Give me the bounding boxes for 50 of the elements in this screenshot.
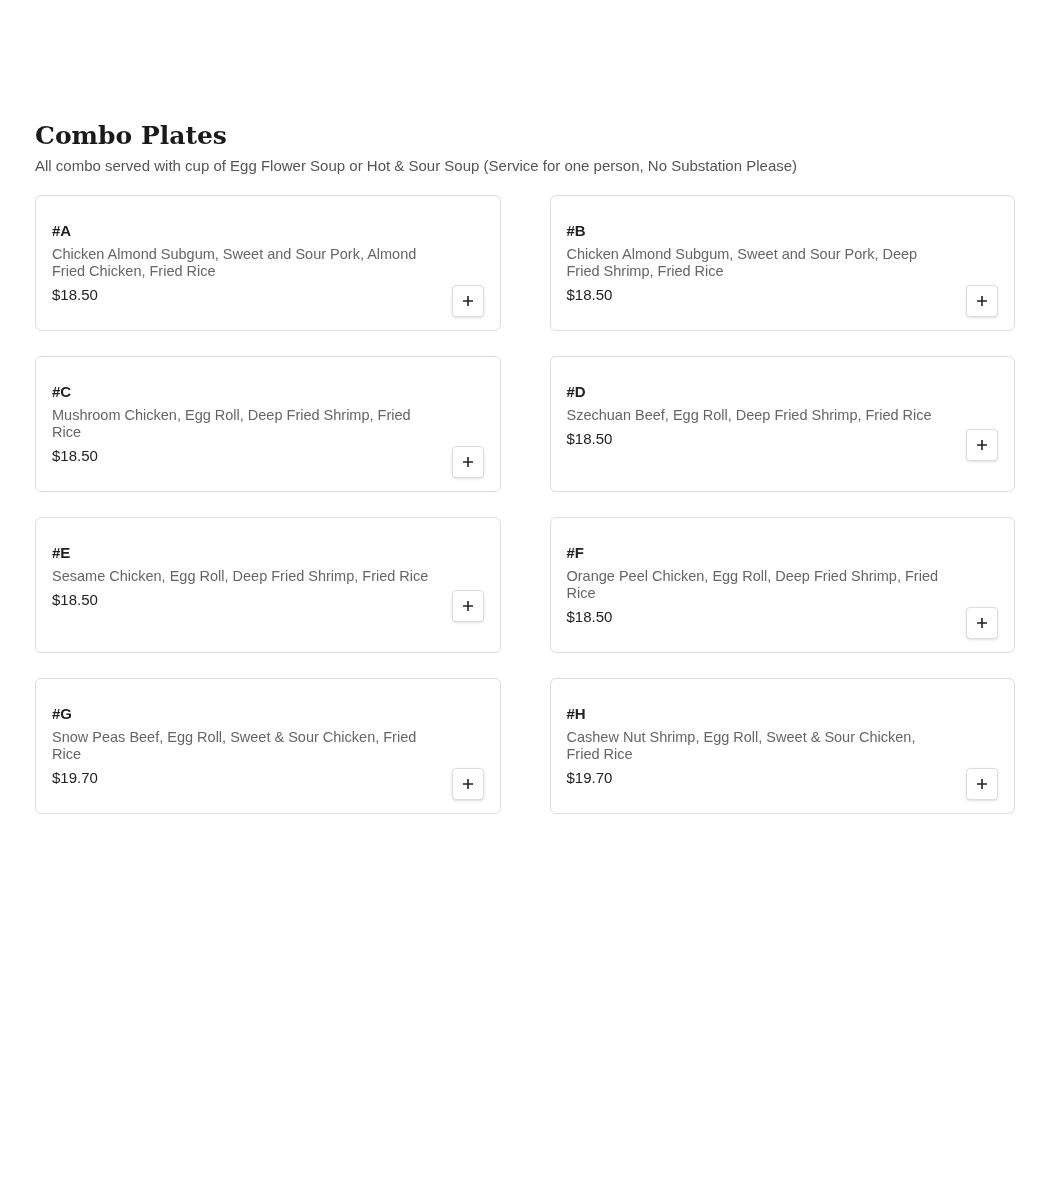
plus-icon xyxy=(462,295,473,306)
item-name: #E xyxy=(52,542,72,563)
add-button[interactable] xyxy=(966,767,998,800)
item-description: Cashew Nut Shrimp, Egg Roll, Sweet & Sour Chicken, Fried Rice xyxy=(566,729,917,764)
item-name: #D xyxy=(566,381,587,402)
item-name: #A xyxy=(52,220,73,241)
plus-icon xyxy=(462,456,473,467)
plus-icon xyxy=(977,778,987,789)
section-subtitle: All combo served with cup of Egg Flower Soup or Hot & Sour Soup (Service for one person, No Substation Please) xyxy=(35,156,799,177)
item-name: #G xyxy=(52,703,73,724)
add-button[interactable] xyxy=(451,284,484,317)
menu-item-card[interactable]: #G Snow Peas Beef, Egg Roll, Sweet & Sour Chicken, Fried Rice $19.70 xyxy=(35,677,501,814)
plus-icon xyxy=(462,778,473,789)
add-button[interactable] xyxy=(451,589,484,622)
item-name: #B xyxy=(566,220,587,241)
menu-item-card[interactable]: #C Mushroom Chicken, Egg Roll, Deep Fried Shrimp, Fried Rice $18.50 xyxy=(35,355,501,492)
add-button[interactable] xyxy=(451,767,484,800)
item-description: Chicken Almond Subgum, Sweet and Sour Pork, Almond Fried Chicken, Fried Rice xyxy=(52,246,418,281)
item-description: Chicken Almond Subgum, Sweet and Sour Pork, Deep Fried Shrimp, Fried Rice xyxy=(566,246,919,281)
add-button[interactable] xyxy=(966,606,998,639)
item-description: Orange Peel Chicken, Egg Roll, Deep Fried Shrimp, Fried Rice xyxy=(566,568,940,603)
add-button[interactable] xyxy=(966,284,998,317)
item-description: Mushroom Chicken, Egg Roll, Deep Fried Shrimp, Fried Rice xyxy=(52,407,412,442)
plus-icon xyxy=(977,439,987,450)
plus-icon xyxy=(462,600,473,611)
section-title: Combo Plates xyxy=(35,120,228,152)
item-price: $18.50 xyxy=(566,429,614,450)
item-description: Szechuan Beef, Egg Roll, Deep Fried Shrimp, Fried Rice xyxy=(566,407,932,425)
menu-item-card[interactable]: #E Sesame Chicken, Egg Roll, Deep Fried Shrimp, Fried Rice $18.50 xyxy=(35,516,501,653)
item-price: $18.50 xyxy=(566,285,614,306)
plus-icon xyxy=(977,617,987,628)
item-price: $19.70 xyxy=(566,768,614,789)
item-name: #C xyxy=(52,381,73,402)
menu-item-card[interactable]: #B Chicken Almond Subgum, Sweet and Sour Pork, Deep Fried Shrimp, Fried Rice $18.50 xyxy=(549,194,1015,331)
menu-item-card[interactable]: #A Chicken Almond Subgum, Sweet and Sour Pork, Almond Fried Chicken, Fried Rice $18.50 xyxy=(35,194,501,331)
menu-item-card[interactable]: #F Orange Peel Chicken, Egg Roll, Deep Fried Shrimp, Fried Rice $18.50 xyxy=(549,516,1015,653)
item-description: Sesame Chicken, Egg Roll, Deep Fried Shrimp, Fried Rice xyxy=(52,568,429,586)
plus-icon xyxy=(977,295,987,306)
add-button[interactable] xyxy=(451,445,484,478)
item-description: Snow Peas Beef, Egg Roll, Sweet & Sour Chicken, Fried Rice xyxy=(52,729,418,764)
menu-item-card[interactable]: #D Szechuan Beef, Egg Roll, Deep Fried Shrimp, Fried Rice $18.50 xyxy=(549,355,1015,492)
item-price: $19.70 xyxy=(52,768,99,789)
item-name: #H xyxy=(566,703,587,724)
item-price: $18.50 xyxy=(52,285,99,306)
item-price: $18.50 xyxy=(52,590,99,611)
item-price: $18.50 xyxy=(52,446,99,467)
menu-item-card[interactable]: #H Cashew Nut Shrimp, Egg Roll, Sweet & Sour Chicken, Fried Rice $19.70 xyxy=(549,677,1015,814)
item-name: #F xyxy=(566,542,585,563)
add-button[interactable] xyxy=(966,428,998,461)
item-price: $18.50 xyxy=(566,607,614,628)
